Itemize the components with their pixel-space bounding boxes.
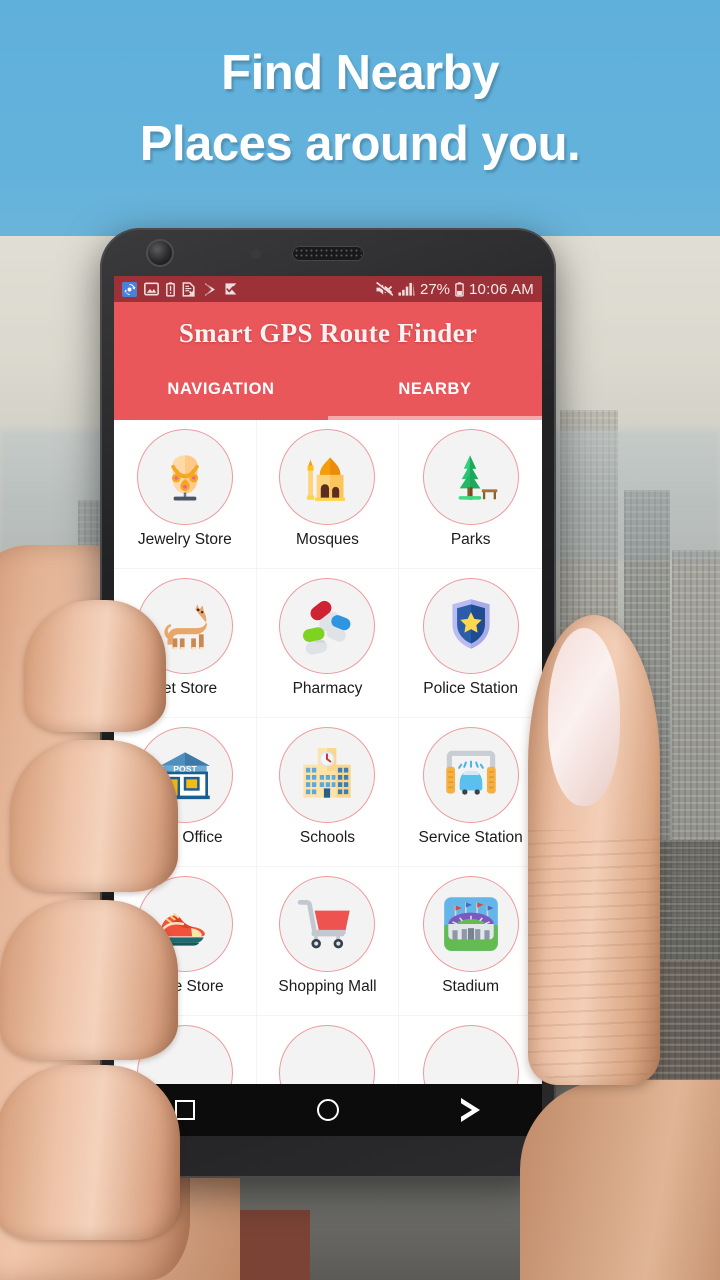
play-store-icon (204, 282, 215, 296)
phone-top-bezel (100, 228, 556, 276)
grid-item-label: Service Station (418, 829, 523, 846)
finger-index (24, 600, 166, 732)
grid-item-parks[interactable]: Parks (399, 420, 542, 569)
grid-item-partial[interactable] (256, 1016, 400, 1084)
icon-circle (279, 429, 376, 525)
app-title: Smart GPS Route Finder (178, 318, 478, 348)
battery-alert-icon (166, 281, 175, 297)
grid-item-schools[interactable]: Schools (256, 718, 400, 867)
thumbnail (548, 628, 620, 806)
back-button[interactable] (448, 1087, 494, 1133)
icon-circle (279, 727, 376, 823)
image-icon (144, 282, 159, 296)
icon-circle (279, 876, 376, 972)
palm-right (520, 1080, 720, 1280)
promo-headline-line1: Find Nearby (221, 46, 499, 100)
icon-circle (279, 578, 376, 674)
stadium-icon (443, 897, 498, 951)
jewelry-store-icon (171, 455, 199, 501)
mute-icon (375, 281, 393, 297)
pharmacy-icon (303, 600, 351, 655)
tab-nearby[interactable]: NEARBY (328, 374, 542, 420)
grid-item-label: Mosques (296, 531, 359, 548)
nearby-grid-scroll[interactable]: Jewelry Store Mosques Parks Pet Store Ph… (114, 420, 542, 1084)
grid-item-mosques[interactable]: Mosques (256, 420, 400, 569)
grid-item-label: Shopping Mall (278, 978, 377, 995)
grid-item-label: Police Station (423, 680, 519, 697)
grid-item-stadium[interactable]: Stadium (399, 867, 542, 1016)
promo-screenshot: Find Nearby Places around you. 27% 10:06… (0, 0, 720, 1280)
front-camera-icon (148, 241, 172, 265)
app-bar: Smart GPS Route Finder NAVIGATION NEARBY (114, 302, 542, 420)
service-station-icon (445, 750, 496, 795)
school-icon (303, 748, 352, 798)
grid-item-label: Parks (450, 531, 491, 548)
icon-circle (422, 876, 519, 972)
finger-middle (10, 740, 178, 892)
grid-item-label: Pharmacy (292, 680, 363, 697)
grid-item-label: Schools (299, 829, 356, 846)
battery-icon (455, 281, 464, 297)
icon-circle (422, 727, 519, 823)
park-icon (458, 455, 497, 500)
grid-item-jewelry-store[interactable]: Jewelry Store (114, 420, 257, 569)
promo-headline: Find Nearby Places around you. (0, 38, 720, 180)
icon-circle (422, 1025, 519, 1084)
mosque-icon (307, 457, 346, 501)
icon-circle (422, 578, 519, 674)
icon-circle (136, 429, 233, 525)
clock-label: 10:06 AM (469, 280, 534, 298)
promo-headline-line2: Places around you. (139, 117, 581, 171)
tab-bar: NAVIGATION NEARBY (114, 374, 542, 420)
icon-circle (422, 429, 519, 525)
finger-ring (0, 900, 178, 1060)
document-error-icon (182, 281, 195, 297)
checkmark-flag-icon (225, 282, 237, 295)
grid-item-service-station[interactable]: Service Station (399, 718, 542, 867)
signal-bars-icon (398, 282, 415, 296)
triangle-right-icon (459, 1098, 481, 1122)
tab-navigation[interactable]: NAVIGATION (114, 374, 328, 420)
light-sensor-icon (272, 251, 279, 258)
battery-percent-label: 27% (419, 280, 451, 298)
circle-icon (316, 1099, 339, 1121)
proximity-sensor-icon (251, 249, 261, 259)
earpiece-speaker-icon (292, 246, 364, 261)
nearby-grid: Jewelry Store Mosques Parks Pet Store Ph… (114, 420, 542, 1084)
home-button[interactable] (305, 1087, 351, 1133)
square-icon (175, 1100, 196, 1120)
finger-pinky (0, 1065, 180, 1240)
grid-item-label: Jewelry Store (137, 531, 232, 548)
grid-item-police-station[interactable]: Police Station (399, 569, 542, 718)
icon-circle (279, 1025, 376, 1084)
grid-item-pharmacy[interactable]: Pharmacy (256, 569, 400, 718)
sync-icon (122, 281, 137, 297)
grid-item-shopping-mall[interactable]: Shopping Mall (256, 867, 400, 1016)
thumb-creases (528, 830, 660, 1080)
grid-item-label: Stadium (442, 978, 500, 995)
police-station-icon (452, 599, 490, 649)
shopping-mall-icon (298, 899, 351, 949)
phone-screen: 27% 10:06 AM Smart GPS Route Finder NAVI… (114, 276, 542, 1084)
status-bar: 27% 10:06 AM (114, 276, 542, 302)
grid-item-partial[interactable] (399, 1016, 542, 1084)
